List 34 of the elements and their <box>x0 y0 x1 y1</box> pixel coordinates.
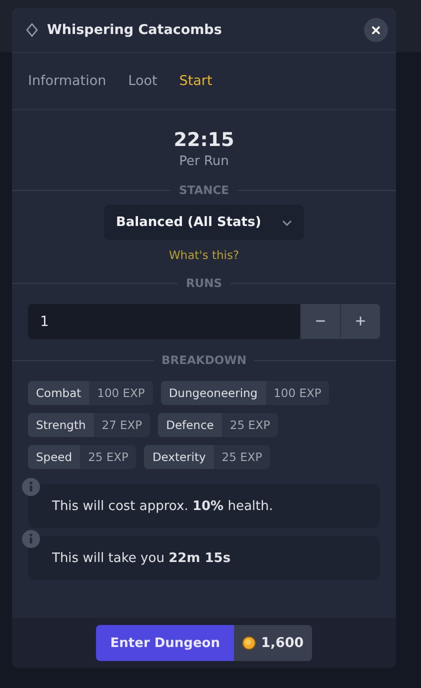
tab[interactable]: Loot <box>128 73 158 89</box>
exp-value: 27 EXP <box>94 413 150 437</box>
stance-select[interactable]: Balanced (All Stats) <box>104 205 304 240</box>
skill-label: Combat <box>28 381 90 405</box>
skill-label: Dexterity <box>144 445 214 469</box>
skill-label: Dungeoneering <box>160 381 266 405</box>
tab[interactable]: Start <box>179 73 212 89</box>
time-caption: Per Run <box>179 154 229 169</box>
info-text: This will take you 22m 15s <box>52 550 231 566</box>
help-link[interactable]: What's this? <box>168 248 240 262</box>
window-title: Whispering Catacombs <box>47 22 223 38</box>
chevron-down-icon <box>282 220 292 226</box>
exp-value: 100 EXP <box>266 381 330 405</box>
section-heading: STANCE <box>178 183 230 197</box>
coin-icon <box>242 636 256 650</box>
skill-label: Strength <box>28 413 94 437</box>
increment-button[interactable]: + <box>340 304 380 339</box>
skill-label: Defence <box>158 413 222 437</box>
tab[interactable]: Information <box>28 73 106 89</box>
section-heading: BREAKDOWN <box>162 353 246 367</box>
diamond-icon <box>26 23 38 37</box>
exp-value: 25 EXP <box>222 413 278 437</box>
decrement-button[interactable]: − <box>300 304 340 339</box>
skill-label: Speed <box>28 445 80 469</box>
runs-input[interactable]: 1 <box>28 304 300 339</box>
exp-value: 100 EXP <box>89 381 153 405</box>
cost-amount: 1,600 <box>261 635 304 651</box>
run-time: 22:15 <box>174 129 234 151</box>
exp-value: 25 EXP <box>80 445 136 469</box>
exp-value: 25 EXP <box>214 445 270 469</box>
close-button[interactable]: ✕ <box>364 18 388 42</box>
info-text: This will cost approx. 10% health. <box>52 498 273 514</box>
section-heading: RUNS <box>186 276 222 290</box>
enter-dungeon-button[interactable]: Enter Dungeon <box>96 625 234 661</box>
